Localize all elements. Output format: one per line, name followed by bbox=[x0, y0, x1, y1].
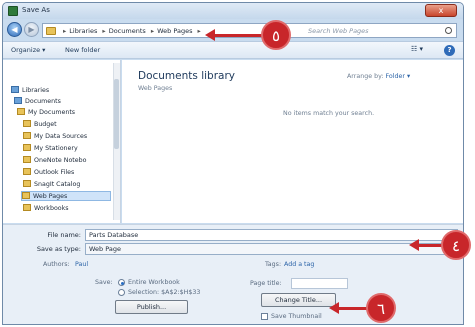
authors-label: Authors: bbox=[43, 261, 70, 268]
library-subtitle: Web Pages bbox=[138, 85, 173, 92]
scrollbar-thumb[interactable] bbox=[114, 79, 119, 149]
folder-icon bbox=[23, 132, 31, 139]
empty-message: No items match your search. bbox=[283, 110, 375, 117]
folder-icon bbox=[23, 120, 31, 127]
tree-item-my-stationery[interactable]: My Stationery bbox=[23, 144, 78, 154]
breadcrumb-libraries[interactable]: Libraries bbox=[69, 27, 97, 35]
tree-item-onenote[interactable]: OneNote Notebo bbox=[23, 156, 86, 166]
tree-item-documents[interactable]: Documents bbox=[14, 97, 61, 107]
navigation-bar: ◀ ▶ ▸ Libraries ▸ Documents ▸ Web Pages ▸ S… bbox=[3, 19, 463, 41]
excel-app-icon bbox=[8, 6, 18, 16]
library-icon bbox=[11, 86, 19, 93]
title-bar: Save As x bbox=[3, 3, 463, 19]
library-icon bbox=[14, 97, 22, 104]
change-title-button[interactable]: Change Title... bbox=[261, 293, 336, 307]
folder-icon bbox=[46, 27, 56, 35]
search-icon bbox=[445, 27, 452, 34]
save-thumbnail-label: Save Thumbnail bbox=[271, 313, 322, 320]
breadcrumb-web-pages[interactable]: Web Pages bbox=[157, 27, 192, 35]
callout-arrow-line bbox=[338, 307, 368, 310]
breadcrumb: ▸ Libraries ▸ Documents ▸ Web Pages ▸ bbox=[63, 27, 201, 35]
step-4-badge: ٤ bbox=[441, 230, 471, 260]
new-folder-button[interactable]: New folder bbox=[65, 46, 100, 54]
selection-radio[interactable] bbox=[118, 289, 125, 296]
folder-icon bbox=[23, 156, 31, 163]
file-name-field[interactable]: Parts Database ▼ bbox=[85, 229, 458, 241]
folder-icon bbox=[22, 192, 30, 199]
arrange-by-value[interactable]: Folder ▾ bbox=[386, 73, 411, 80]
forward-button[interactable]: ▶ bbox=[24, 22, 39, 37]
tree-item-my-documents[interactable]: My Documents bbox=[17, 108, 75, 118]
search-input[interactable]: Search Web Pages bbox=[285, 23, 457, 38]
publish-button[interactable]: Publish... bbox=[115, 300, 188, 314]
tags-value[interactable]: Add a tag bbox=[284, 261, 314, 268]
folder-icon bbox=[23, 204, 31, 211]
callout-arrow-head bbox=[205, 29, 215, 41]
tags-label: Tags: bbox=[265, 261, 282, 268]
search-placeholder: Search Web Pages bbox=[308, 27, 369, 35]
arrange-by[interactable]: Arrange by: Folder ▾ bbox=[347, 73, 410, 80]
callout-arrow-head bbox=[409, 239, 419, 251]
save-scope-label: Save: bbox=[95, 279, 113, 286]
save-type-label: Save as type: bbox=[36, 245, 81, 253]
view-options-icon[interactable]: ☷ ▾ bbox=[411, 45, 423, 53]
tree-item-budget[interactable]: Budget bbox=[23, 120, 57, 130]
tree-item-my-data-sources[interactable]: My Data Sources bbox=[23, 132, 87, 142]
save-type-value: Web Page bbox=[89, 245, 121, 253]
file-list-pane: Documents library Web Pages Arrange by: … bbox=[122, 60, 463, 223]
file-name-value: Parts Database bbox=[89, 231, 139, 239]
organize-button[interactable]: Organize ▾ bbox=[11, 46, 45, 54]
step-6-badge: ٦ bbox=[366, 293, 396, 323]
file-name-label: File name: bbox=[47, 231, 81, 239]
tree-item-outlook-files[interactable]: Outlook Files bbox=[23, 168, 74, 178]
page-title-label: Page title: bbox=[250, 280, 282, 287]
tree-item-libraries[interactable]: Libraries bbox=[11, 86, 49, 96]
folder-icon bbox=[23, 168, 31, 175]
callout-arrow-head bbox=[329, 302, 339, 314]
breadcrumb-documents[interactable]: Documents bbox=[109, 27, 146, 35]
authors-value[interactable]: Paul bbox=[75, 261, 88, 268]
tree-item-web-pages[interactable]: Web Pages bbox=[21, 191, 111, 201]
tree-item-snagit-catalog[interactable]: SnagIt Catalog bbox=[23, 180, 80, 190]
callout-arrow-line bbox=[214, 34, 262, 37]
folder-icon bbox=[17, 108, 25, 115]
entire-workbook-radio[interactable] bbox=[118, 279, 125, 286]
tree-item-workbooks[interactable]: Workbooks bbox=[23, 204, 69, 214]
selection-label: Selection: $A$2:$H$33 bbox=[128, 289, 201, 296]
step-5-badge: ٥ bbox=[261, 20, 291, 50]
window-title: Save As bbox=[22, 6, 50, 14]
toolbar: Organize ▾ New folder ☷ ▾ ? bbox=[3, 41, 463, 59]
entire-workbook-label: Entire Workbook bbox=[128, 279, 180, 286]
page-title-field[interactable] bbox=[291, 278, 348, 289]
save-type-select[interactable]: Web Page ▼ bbox=[85, 243, 458, 255]
folder-icon bbox=[23, 144, 31, 151]
close-button[interactable]: x bbox=[425, 4, 457, 17]
library-title: Documents library bbox=[138, 70, 235, 82]
save-as-dialog: Save As x ◀ ▶ ▸ Libraries ▸ Documents ▸ Web… bbox=[2, 2, 464, 325]
help-icon[interactable]: ? bbox=[444, 45, 455, 56]
save-thumbnail-checkbox[interactable] bbox=[261, 313, 268, 320]
folder-icon bbox=[23, 180, 31, 187]
navigation-pane: Libraries Documents My Documents Budget … bbox=[3, 60, 121, 223]
back-button[interactable]: ◀ bbox=[7, 22, 22, 37]
